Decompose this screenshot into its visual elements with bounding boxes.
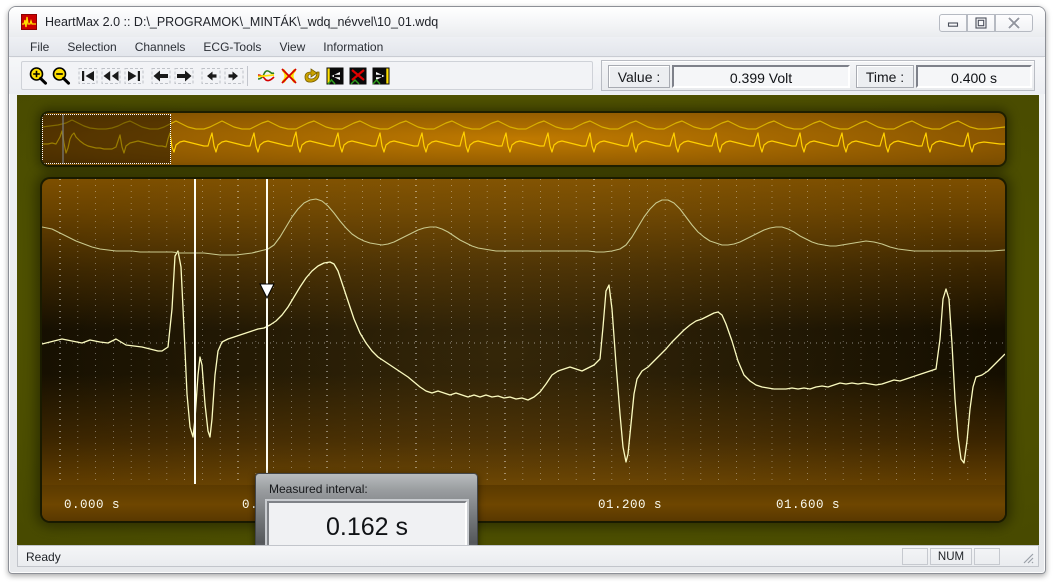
- delete-marks-icon[interactable]: [279, 66, 299, 86]
- menu-item-view[interactable]: View: [270, 37, 314, 57]
- status-pane-1: [902, 548, 928, 565]
- status-pane-num: NUM: [930, 548, 972, 565]
- menu-item-information[interactable]: Information: [314, 37, 392, 57]
- signal-workspace: 0.000 s 0.400 s 0.800 s 01.200 s 01.600 …: [17, 95, 1039, 546]
- main-signal-plot[interactable]: 0.000 s 0.400 s 0.800 s 01.200 s 01.600 …: [42, 179, 1005, 521]
- arrow-right-small-icon[interactable]: [224, 66, 244, 86]
- axis-tick-label: 01.600 s: [776, 498, 841, 512]
- trace-overview-channel-2: [42, 119, 1005, 130]
- signal-curves-icon[interactable]: [256, 66, 276, 86]
- overview-traces: [42, 119, 1005, 154]
- minimize-button[interactable]: [939, 14, 967, 32]
- set-left-marker-icon[interactable]: [325, 66, 345, 86]
- measured-interval-dialog[interactable]: Measured interval: 0.162 s: [255, 473, 478, 546]
- set-right-marker-icon[interactable]: [371, 66, 391, 86]
- arrow-left-small-icon[interactable]: [201, 66, 221, 86]
- toolbar-button-group: [21, 61, 593, 90]
- status-pane-3: [974, 548, 1000, 565]
- menu-item-ecg-tools[interactable]: ECG-Tools: [194, 37, 270, 57]
- arrow-right-big-icon[interactable]: [174, 66, 194, 86]
- overview-selection-rect[interactable]: [42, 114, 171, 164]
- status-bar: Ready NUM: [17, 545, 1039, 567]
- go-next-page-icon[interactable]: [124, 66, 144, 86]
- go-prev-page-icon[interactable]: [101, 66, 121, 86]
- measured-interval-title: Measured interval:: [269, 482, 368, 496]
- readout-panel: Value : 0.399 Volt Time : 0.400 s: [601, 60, 1035, 91]
- arrow-left-big-icon[interactable]: [151, 66, 171, 86]
- axis-tick-label: 0.000 s: [64, 498, 121, 512]
- close-button[interactable]: [995, 14, 1033, 32]
- maximize-button[interactable]: [967, 14, 995, 32]
- axis-tick-label: 01.200 s: [598, 498, 663, 512]
- window-title: HeartMax 2.0 :: D:\_PROGRAMOK\_MINTÁK\_w…: [45, 15, 439, 29]
- zoom-out-icon[interactable]: [51, 66, 71, 86]
- go-first-icon[interactable]: [78, 66, 98, 86]
- menu-bar: File Selection Channels ECG-Tools View I…: [9, 37, 1045, 57]
- application-window: HeartMax 2.0 :: D:\_PROGRAMOK\_MINTÁK\_w…: [8, 6, 1046, 574]
- zoom-in-icon[interactable]: [28, 66, 48, 86]
- clear-markers-icon[interactable]: [348, 66, 368, 86]
- measured-interval-value: 0.162 s: [267, 501, 467, 546]
- status-text: Ready: [26, 550, 61, 564]
- menu-item-selection[interactable]: Selection: [58, 37, 125, 57]
- value-label: Value :: [608, 65, 670, 88]
- menu-item-channels[interactable]: Channels: [126, 37, 195, 57]
- toolbar: Value : 0.399 Volt Time : 0.400 s: [9, 58, 1045, 94]
- menu-item-file[interactable]: File: [21, 37, 58, 57]
- toolbar-separator: [247, 66, 248, 86]
- value-display: 0.399 Volt: [672, 65, 850, 88]
- ecg-heart-icon: [21, 14, 37, 30]
- time-label: Time :: [856, 65, 914, 88]
- value-marker: [259, 283, 275, 300]
- resize-grip-icon[interactable]: [1022, 552, 1034, 564]
- undo-arrow-icon[interactable]: [302, 66, 322, 86]
- time-axis: 0.000 s 0.400 s 0.800 s 01.200 s 01.600 …: [42, 485, 1005, 521]
- trace-overview-channel-1: [42, 130, 1005, 154]
- overview-strip[interactable]: [42, 113, 1005, 165]
- title-bar: HeartMax 2.0 :: D:\_PROGRAMOK\_MINTÁK\_w…: [9, 7, 1045, 37]
- time-display: 0.400 s: [916, 65, 1032, 88]
